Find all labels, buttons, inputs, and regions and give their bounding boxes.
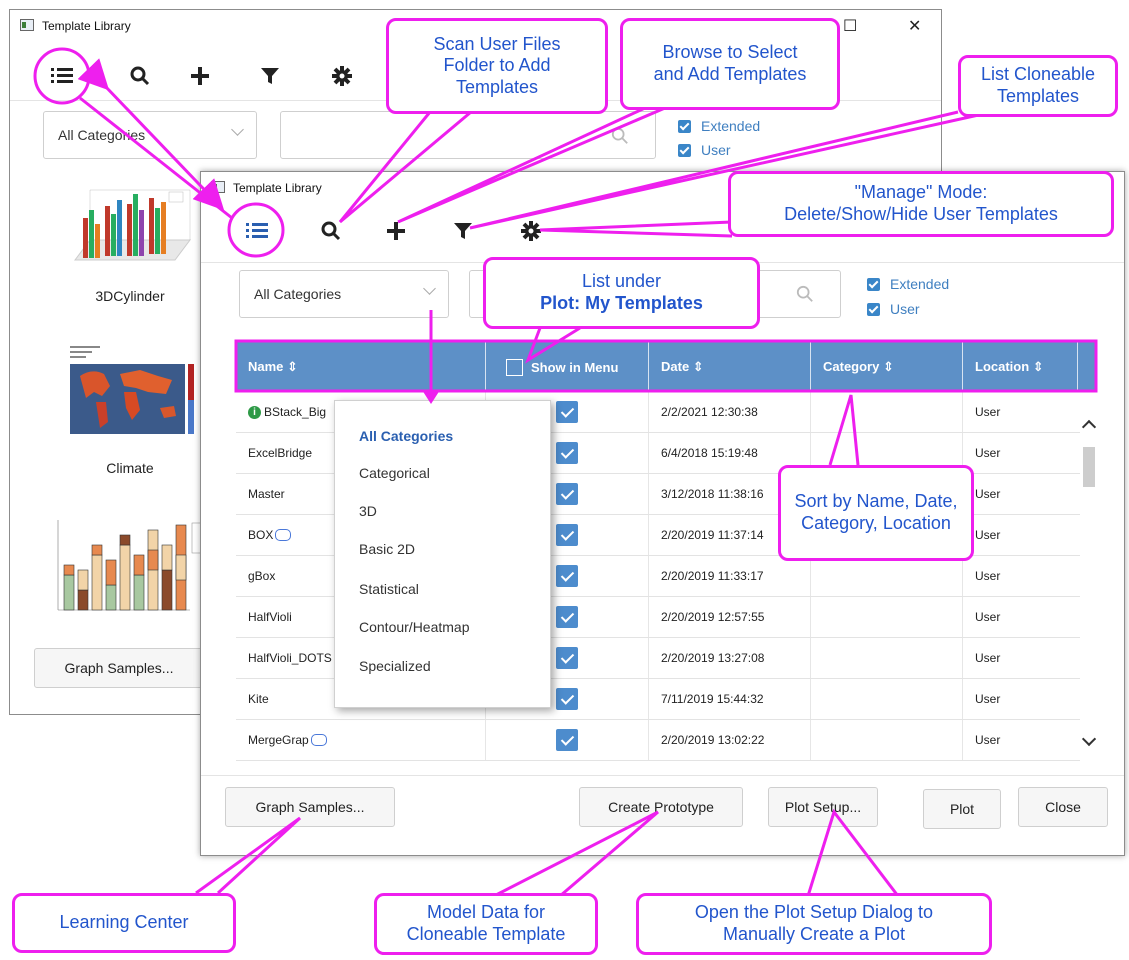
highlight-ring-back-list xyxy=(33,47,91,105)
link-arrow xyxy=(79,96,233,220)
callout-scan-user-files: Scan User Files Folder to Add Templates xyxy=(386,18,608,114)
callout-list-cloneable: List Cloneable Templates xyxy=(958,55,1118,117)
link-arrow xyxy=(77,58,225,211)
pointer-model xyxy=(493,810,659,898)
pointer-manage xyxy=(539,220,733,238)
callout-browse: Browse to Select and Add Templates xyxy=(620,18,840,110)
highlight-ring-front-list xyxy=(227,202,285,258)
dropdown-pointer-head xyxy=(422,390,440,404)
callout-scan-text: Scan User Files Folder to Add Templates xyxy=(433,33,561,97)
callout-model-text: Model Data for Cloneable Template xyxy=(406,902,566,944)
callout-manage-line2: Delete/Show/Hide User Templates xyxy=(784,204,1058,224)
callout-sort-text: Sort by Name, Date, Category, Location xyxy=(794,491,958,533)
callout-manage-line1: "Manage" Mode: xyxy=(854,182,988,203)
callout-list-under-line1: List under xyxy=(581,271,662,292)
pointer-browse xyxy=(397,106,666,224)
pointer-scan xyxy=(338,110,472,224)
callout-plot-setup: Open the Plot Setup Dialog to Manually C… xyxy=(636,893,992,955)
callout-sort: Sort by Name, Date, Category, Location xyxy=(778,465,974,561)
callout-manage-mode: "Manage" Mode: Delete/Show/Hide User Tem… xyxy=(728,171,1114,237)
callout-list-under-line2: Plot: My Templates xyxy=(540,293,703,313)
header-highlight xyxy=(234,339,1098,393)
callout-learning-text: Learning Center xyxy=(59,912,189,933)
callout-cloneable-text: List Cloneable Templates xyxy=(980,64,1096,106)
pointer-list-under xyxy=(525,326,581,364)
callout-list-under: List under Plot: My Templates xyxy=(483,257,760,329)
callout-model-data: Model Data for Cloneable Template xyxy=(374,893,598,955)
callout-learning-center: Learning Center xyxy=(12,893,236,953)
pointer-sort xyxy=(828,394,860,466)
pointer-learning xyxy=(195,816,302,895)
pointer-plot-setup xyxy=(806,808,900,897)
callout-browse-text: Browse to Select and Add Templates xyxy=(653,42,807,84)
callout-plot-setup-text: Open the Plot Setup Dialog to Manually C… xyxy=(694,902,934,944)
